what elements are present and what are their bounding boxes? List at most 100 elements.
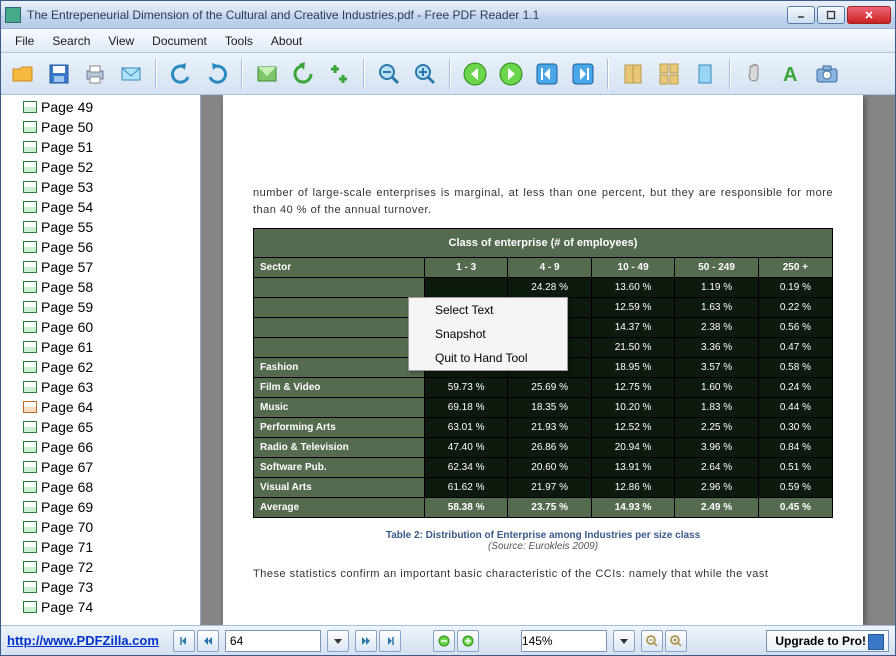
- upgrade-button[interactable]: Upgrade to Pro!: [766, 630, 889, 652]
- sidebar-page-item[interactable]: Page 62: [1, 357, 200, 377]
- nav-prev-button[interactable]: [197, 630, 219, 652]
- sidebar-page-item[interactable]: Page 61: [1, 337, 200, 357]
- close-button[interactable]: [847, 6, 891, 24]
- camera-button[interactable]: [811, 58, 843, 90]
- sidebar-page-item[interactable]: Page 70: [1, 517, 200, 537]
- sidebar-page-item[interactable]: Page 69: [1, 497, 200, 517]
- value-cell: 20.94 %: [591, 438, 674, 458]
- save-button[interactable]: [43, 58, 75, 90]
- text-select-button[interactable]: A: [775, 58, 807, 90]
- menu-search[interactable]: Search: [44, 31, 98, 51]
- email-button[interactable]: [115, 58, 147, 90]
- page-label: Page 50: [41, 119, 93, 135]
- redo-button[interactable]: [201, 58, 233, 90]
- sector-cell: Radio & Television: [254, 438, 425, 458]
- prev-page-button[interactable]: [459, 58, 491, 90]
- vendor-link[interactable]: http://www.PDFZilla.com: [7, 633, 159, 648]
- sidebar-page-item[interactable]: Page 64: [1, 397, 200, 417]
- sidebar-page-item[interactable]: Page 68: [1, 477, 200, 497]
- nav-first-button[interactable]: [173, 630, 195, 652]
- page-icon: [23, 521, 37, 533]
- page-label: Page 62: [41, 359, 93, 375]
- page-icon: [23, 221, 37, 233]
- sidebar-page-item[interactable]: Page 72: [1, 557, 200, 577]
- zoom-out-mag-button[interactable]: [641, 630, 663, 652]
- toolbar-separator: [449, 59, 451, 89]
- zoom-in-button[interactable]: [409, 58, 441, 90]
- page-sidebar[interactable]: Page 49Page 50Page 51Page 52Page 53Page …: [1, 95, 201, 625]
- open-button[interactable]: [7, 58, 39, 90]
- snapshot-button[interactable]: [251, 58, 283, 90]
- zoom-select[interactable]: [521, 630, 607, 652]
- table-row: Music69.18 %18.35 %10.20 %1.83 %0.44 %: [254, 398, 833, 418]
- context-menu-item[interactable]: Select Text: [409, 298, 567, 322]
- sidebar-page-item[interactable]: Page 55: [1, 217, 200, 237]
- context-menu-item[interactable]: Quit to Hand Tool: [409, 346, 567, 370]
- print-button[interactable]: [79, 58, 111, 90]
- zoom-in-small-button[interactable]: [457, 630, 479, 652]
- menu-about[interactable]: About: [263, 31, 310, 51]
- page-label: Page 66: [41, 439, 93, 455]
- sidebar-page-item[interactable]: Page 63: [1, 377, 200, 397]
- page-label: Page 55: [41, 219, 93, 235]
- nav-last-button[interactable]: [379, 630, 401, 652]
- first-page-button[interactable]: [531, 58, 563, 90]
- undo-button[interactable]: [165, 58, 197, 90]
- zoom-out-small-button[interactable]: [433, 630, 455, 652]
- sidebar-page-item[interactable]: Page 57: [1, 257, 200, 277]
- facing-page-button[interactable]: [689, 58, 721, 90]
- value-cell: 62.34 %: [424, 458, 507, 478]
- sidebar-page-item[interactable]: Page 49: [1, 97, 200, 117]
- sector-cell: [254, 318, 425, 338]
- minimize-button[interactable]: [787, 6, 815, 24]
- body-text: number of large-scale enterprises is mar…: [253, 185, 833, 218]
- page-icon: [23, 421, 37, 433]
- context-menu-item[interactable]: Snapshot: [409, 322, 567, 346]
- sidebar-page-item[interactable]: Page 59: [1, 297, 200, 317]
- rotate-left-button[interactable]: [287, 58, 319, 90]
- zoom-dropdown-button[interactable]: [613, 630, 635, 652]
- nav-next-button[interactable]: [355, 630, 377, 652]
- menu-file[interactable]: File: [7, 31, 42, 51]
- page-icon: [23, 461, 37, 473]
- sidebar-page-item[interactable]: Page 73: [1, 577, 200, 597]
- average-label: Average: [254, 498, 425, 518]
- sidebar-page-item[interactable]: Page 71: [1, 537, 200, 557]
- sidebar-page-item[interactable]: Page 53: [1, 177, 200, 197]
- sidebar-page-item[interactable]: Page 56: [1, 237, 200, 257]
- page-number-input[interactable]: [225, 630, 321, 652]
- sidebar-page-item[interactable]: Page 66: [1, 437, 200, 457]
- table-column-header: 10 - 49: [591, 258, 674, 278]
- sidebar-page-item[interactable]: Page 50: [1, 117, 200, 137]
- sidebar-page-item[interactable]: Page 58: [1, 277, 200, 297]
- rotate-right-button[interactable]: [323, 58, 355, 90]
- page-label: Page 59: [41, 299, 93, 315]
- menu-document[interactable]: Document: [144, 31, 215, 51]
- sidebar-page-item[interactable]: Page 65: [1, 417, 200, 437]
- page-dropdown-button[interactable]: [327, 630, 349, 652]
- single-page-button[interactable]: [617, 58, 649, 90]
- table-column-header: 4 - 9: [508, 258, 591, 278]
- zoom-in-mag-button[interactable]: [665, 630, 687, 652]
- table-row: 24.28 %13.60 %1.19 %0.19 %: [254, 278, 833, 298]
- toolbar-separator: [241, 59, 243, 89]
- enterprise-table: Class of enterprise (# of employees) Sec…: [253, 228, 833, 518]
- value-cell: 0.56 %: [758, 318, 832, 338]
- maximize-button[interactable]: [817, 6, 845, 24]
- zoom-out-button[interactable]: [373, 58, 405, 90]
- sidebar-page-item[interactable]: Page 51: [1, 137, 200, 157]
- menu-tools[interactable]: Tools: [217, 31, 261, 51]
- sidebar-page-item[interactable]: Page 54: [1, 197, 200, 217]
- sector-cell: Visual Arts: [254, 478, 425, 498]
- sidebar-page-item[interactable]: Page 60: [1, 317, 200, 337]
- sidebar-page-item[interactable]: Page 74: [1, 597, 200, 617]
- sidebar-page-item[interactable]: Page 52: [1, 157, 200, 177]
- menu-view[interactable]: View: [100, 31, 142, 51]
- sidebar-page-item[interactable]: Page 67: [1, 457, 200, 477]
- table-column-header: 250 +: [758, 258, 832, 278]
- last-page-button[interactable]: [567, 58, 599, 90]
- continuous-page-button[interactable]: [653, 58, 685, 90]
- hand-tool-button[interactable]: [739, 58, 771, 90]
- value-cell: 47.40 %: [424, 438, 507, 458]
- next-page-button[interactable]: [495, 58, 527, 90]
